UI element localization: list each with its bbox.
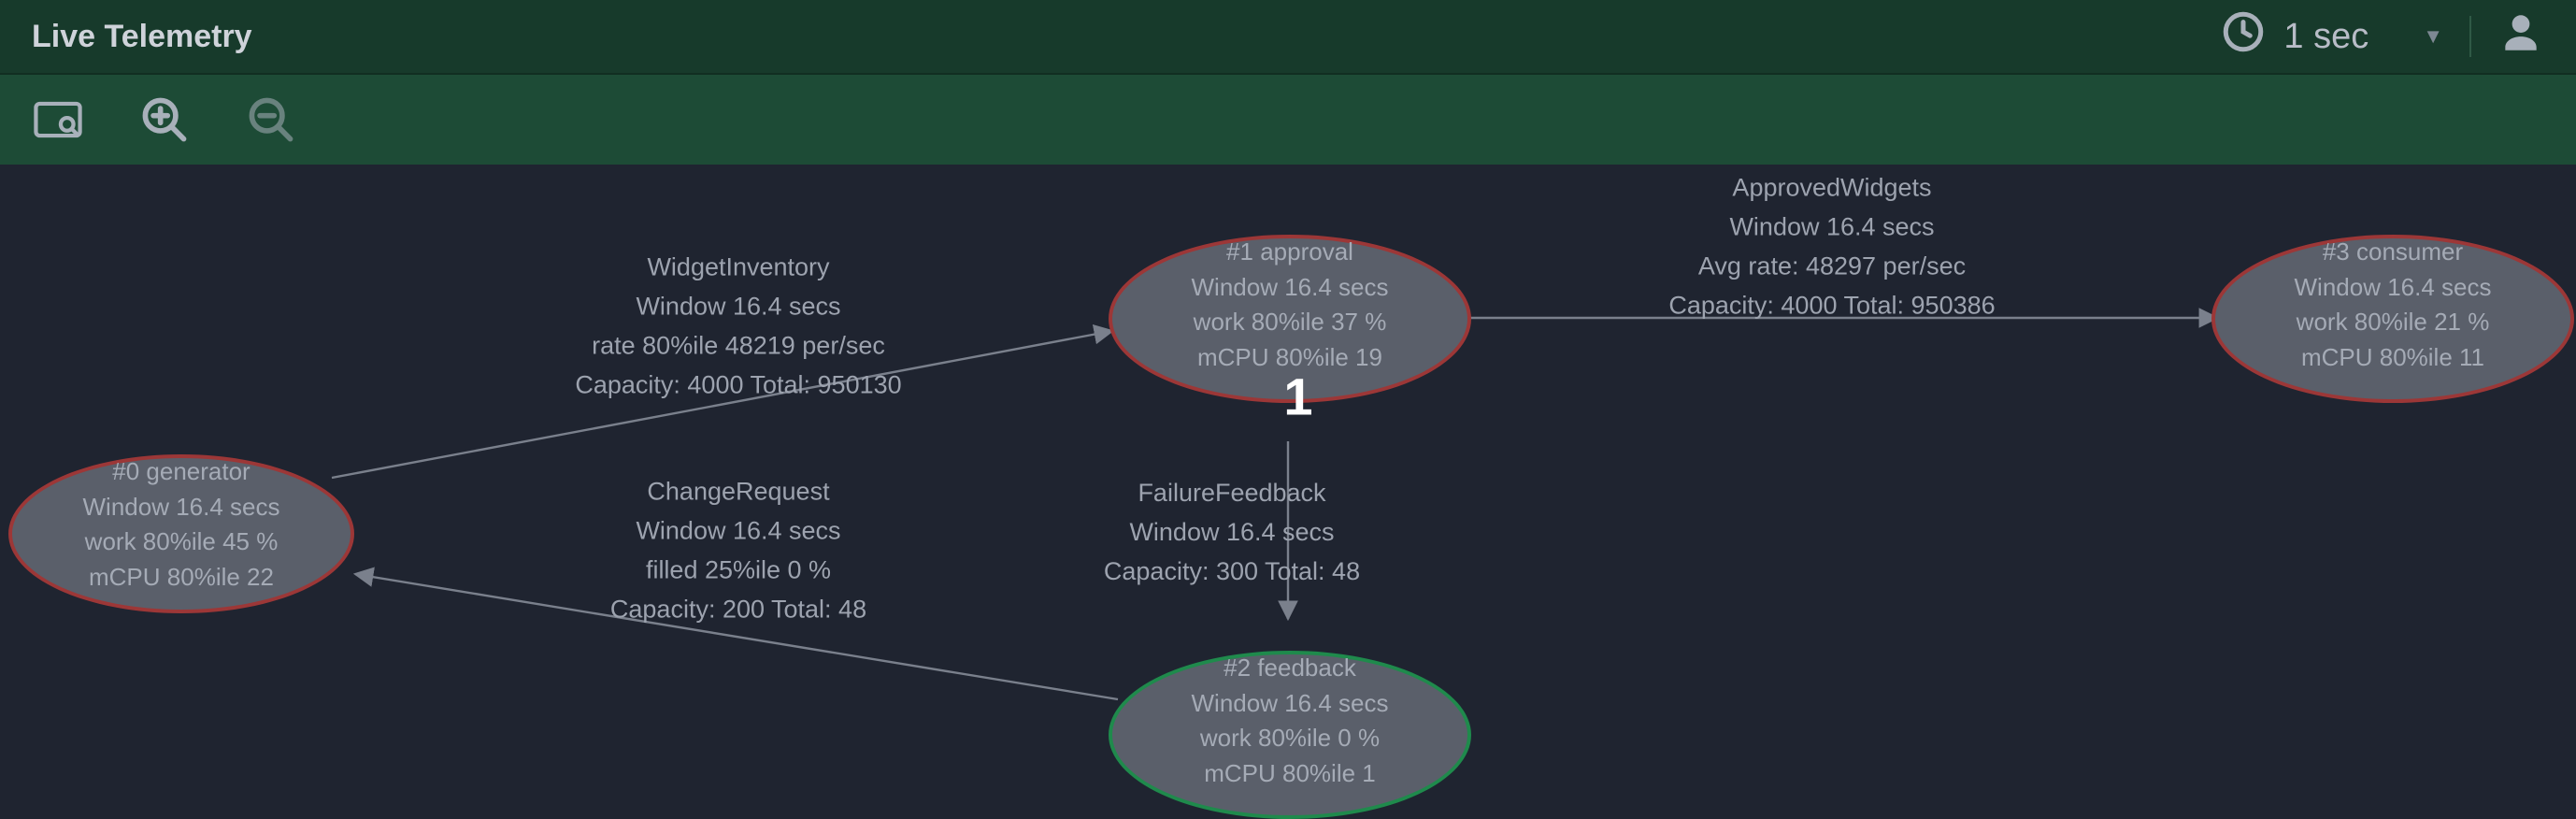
- refresh-interval-select[interactable]: 1 sec ▼: [2220, 8, 2443, 65]
- fit-to-screen-button[interactable]: [28, 90, 88, 150]
- top-bar: Live Telemetry 1 sec ▼: [0, 0, 2576, 75]
- node-0-generator[interactable]: #0 generator Window 16.4 secs work 80%il…: [8, 454, 354, 613]
- toolbar: [0, 75, 2576, 165]
- separator: [2469, 16, 2471, 57]
- graph-canvas[interactable]: WidgetInventory Window 16.4 secs rate 80…: [0, 165, 2576, 798]
- page-title: Live Telemetry: [32, 19, 252, 55]
- clock-icon: [2220, 8, 2267, 65]
- user-icon[interactable]: [2497, 9, 2544, 65]
- node-2-feedback[interactable]: #2 feedback Window 16.4 secs work 80%ile…: [1109, 651, 1471, 819]
- zoom-in-button[interactable]: [135, 90, 194, 150]
- node-3-consumer[interactable]: #3 consumer Window 16.4 secs work 80%ile…: [2211, 235, 2574, 403]
- zoom-out-button[interactable]: [241, 90, 301, 150]
- chevron-down-icon: ▼: [2423, 24, 2443, 49]
- refresh-interval-value: 1 sec: [2283, 17, 2368, 57]
- indicator-glyph: 1: [1283, 366, 1314, 427]
